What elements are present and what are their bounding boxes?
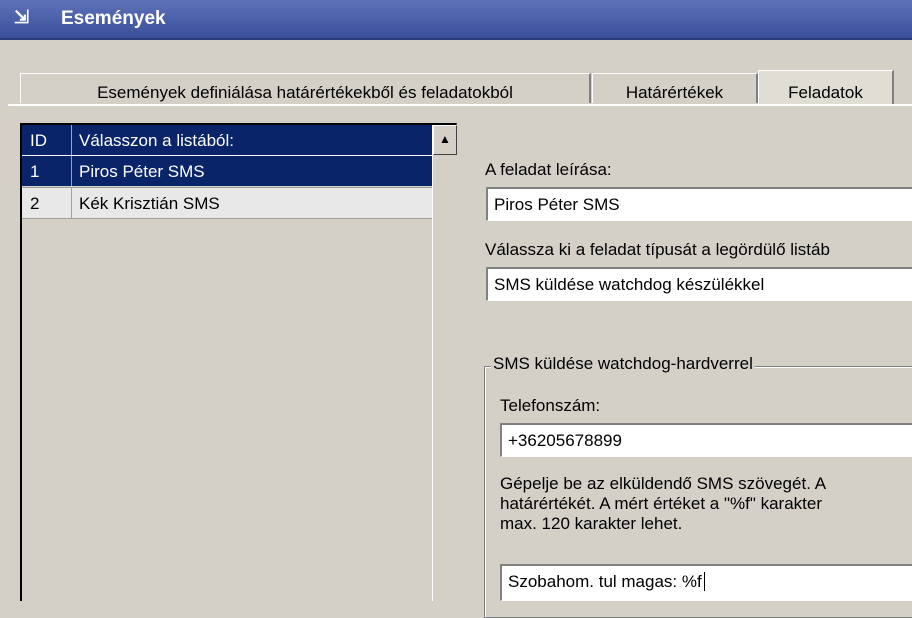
tab-event-definitions[interactable]: Események definiálása határértékekből és…	[20, 73, 591, 103]
tab-tasks[interactable]: Feladatok	[758, 70, 894, 104]
list-row-2[interactable]: 2 Kék Krisztián SMS	[22, 187, 432, 219]
minimize-chevron-icon[interactable]: ⇲	[14, 7, 29, 28]
header-id: ID	[22, 125, 72, 155]
task-type-select[interactable]: SMS küldése watchdog készülékkel	[486, 267, 912, 301]
tab-thresholds[interactable]: Határértékek	[592, 73, 758, 103]
task-list-panel: ID Válasszon a listából: 1 Piros Péter S…	[20, 123, 457, 601]
window-title: Események	[61, 8, 166, 29]
phone-label: Telefonszám:	[500, 396, 601, 415]
task-type-label: Válassza ki a feladat típusát a legördül…	[485, 240, 830, 259]
list-header: ID Válasszon a listából:	[22, 125, 432, 156]
row-id: 2	[22, 188, 72, 218]
text-cursor	[703, 572, 705, 591]
window-titlebar: ⇲ Események	[0, 0, 912, 40]
task-description-label: A feladat leírása:	[485, 160, 612, 179]
header-name: Válasszon a listából:	[79, 131, 234, 150]
sms-group-title: SMS küldése watchdog-hardverrel	[491, 354, 755, 374]
phone-field[interactable]: +36205678899	[500, 423, 912, 457]
list-scrollbar[interactable]: ▲	[432, 125, 457, 601]
task-description-field[interactable]: Piros Péter SMS	[486, 187, 912, 221]
row-name: Kék Krisztián SMS	[79, 194, 220, 213]
sms-text-field[interactable]: Szobahom. tul magas: %f	[500, 564, 912, 601]
task-list-grid: ID Válasszon a listából: 1 Piros Péter S…	[22, 125, 432, 601]
scroll-up-icon[interactable]: ▲	[433, 125, 457, 155]
list-row-1[interactable]: 1 Piros Péter SMS	[22, 156, 432, 186]
sms-help-text: Gépelje be az elküldendő SMS szövegét. A…	[500, 474, 827, 533]
row-name: Piros Péter SMS	[79, 162, 205, 181]
row-id: 1	[22, 156, 72, 186]
